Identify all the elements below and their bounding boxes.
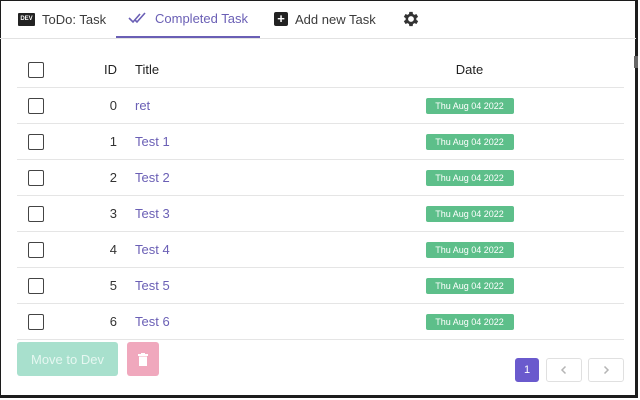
- tab-settings[interactable]: [401, 0, 421, 38]
- tab-add-new-task[interactable]: + Add new Task: [274, 0, 376, 38]
- row-id: 6: [55, 303, 135, 340]
- chevron-right-icon: [603, 365, 610, 375]
- tab-bar: DEV ToDo: Task Completed Task + Add new …: [0, 0, 636, 39]
- row-checkbox[interactable]: [28, 241, 44, 258]
- row-checkbox[interactable]: [28, 313, 44, 330]
- dev-badge-icon: DEV: [18, 12, 35, 26]
- date-badge: Thu Aug 04 2022: [425, 170, 514, 186]
- date-badge: Thu Aug 04 2022: [425, 98, 514, 114]
- row-checkbox[interactable]: [28, 277, 44, 294]
- row-id: 0: [55, 87, 135, 124]
- scroll-edge-marker: [634, 56, 638, 68]
- page-1-button[interactable]: 1: [515, 358, 539, 382]
- tab-todo-task[interactable]: DEV ToDo: Task: [18, 0, 106, 38]
- row-checkbox[interactable]: [28, 205, 44, 222]
- date-badge: Thu Aug 04 2022: [425, 278, 514, 294]
- row-id: 1: [55, 123, 135, 160]
- select-all-checkbox[interactable]: [28, 61, 44, 78]
- row-title[interactable]: Test 4: [135, 231, 315, 268]
- table-row[interactable]: 4 Test 4 Thu Aug 04 2022: [17, 231, 624, 268]
- row-id: 5: [55, 267, 135, 304]
- row-id: 2: [55, 159, 135, 196]
- tab-completed-task[interactable]: Completed Task: [116, 0, 260, 38]
- column-header-title[interactable]: Title: [135, 52, 315, 88]
- row-title[interactable]: ret: [135, 87, 315, 124]
- next-page-button[interactable]: [588, 358, 624, 382]
- move-to-dev-button[interactable]: Move to Dev: [17, 342, 118, 376]
- previous-page-button[interactable]: [546, 358, 582, 382]
- tab-add-new-task-label: Add new Task: [295, 11, 376, 27]
- table-row[interactable]: 6 Test 6 Thu Aug 04 2022: [17, 303, 624, 340]
- table-row[interactable]: 1 Test 1 Thu Aug 04 2022: [17, 123, 624, 160]
- delete-button[interactable]: [127, 342, 159, 376]
- row-id: 3: [55, 195, 135, 232]
- date-badge: Thu Aug 04 2022: [425, 206, 514, 222]
- trash-icon: [138, 352, 148, 366]
- row-checkbox[interactable]: [28, 133, 44, 150]
- tab-todo-task-label: ToDo: Task: [42, 11, 107, 27]
- table-header-row: ID Title Date: [17, 52, 624, 88]
- gear-icon: [403, 11, 419, 27]
- column-header-date[interactable]: Date: [315, 52, 624, 88]
- row-title[interactable]: Test 1: [135, 123, 315, 160]
- table-row[interactable]: 3 Test 3 Thu Aug 04 2022: [17, 195, 624, 232]
- tab-completed-task-label: Completed Task: [155, 10, 248, 26]
- table-row[interactable]: 2 Test 2 Thu Aug 04 2022: [17, 159, 624, 196]
- double-check-icon: [128, 12, 146, 24]
- row-id: 4: [55, 231, 135, 268]
- completed-task-table: ID Title Date 0 ret Thu Aug 04 2022 1 Te…: [17, 52, 624, 340]
- table-row[interactable]: 0 ret Thu Aug 04 2022: [17, 87, 624, 124]
- column-header-id[interactable]: ID: [55, 52, 135, 88]
- chevron-left-icon: [560, 365, 567, 375]
- row-title[interactable]: Test 6: [135, 303, 315, 340]
- row-checkbox[interactable]: [28, 169, 44, 186]
- table-row[interactable]: 5 Test 5 Thu Aug 04 2022: [17, 267, 624, 304]
- row-title[interactable]: Test 2: [135, 159, 315, 196]
- row-title[interactable]: Test 5: [135, 267, 315, 304]
- date-badge: Thu Aug 04 2022: [425, 242, 514, 258]
- row-title[interactable]: Test 3: [135, 195, 315, 232]
- date-badge: Thu Aug 04 2022: [425, 314, 514, 330]
- row-checkbox[interactable]: [28, 97, 44, 114]
- plus-square-icon: +: [274, 12, 288, 26]
- date-badge: Thu Aug 04 2022: [425, 134, 514, 150]
